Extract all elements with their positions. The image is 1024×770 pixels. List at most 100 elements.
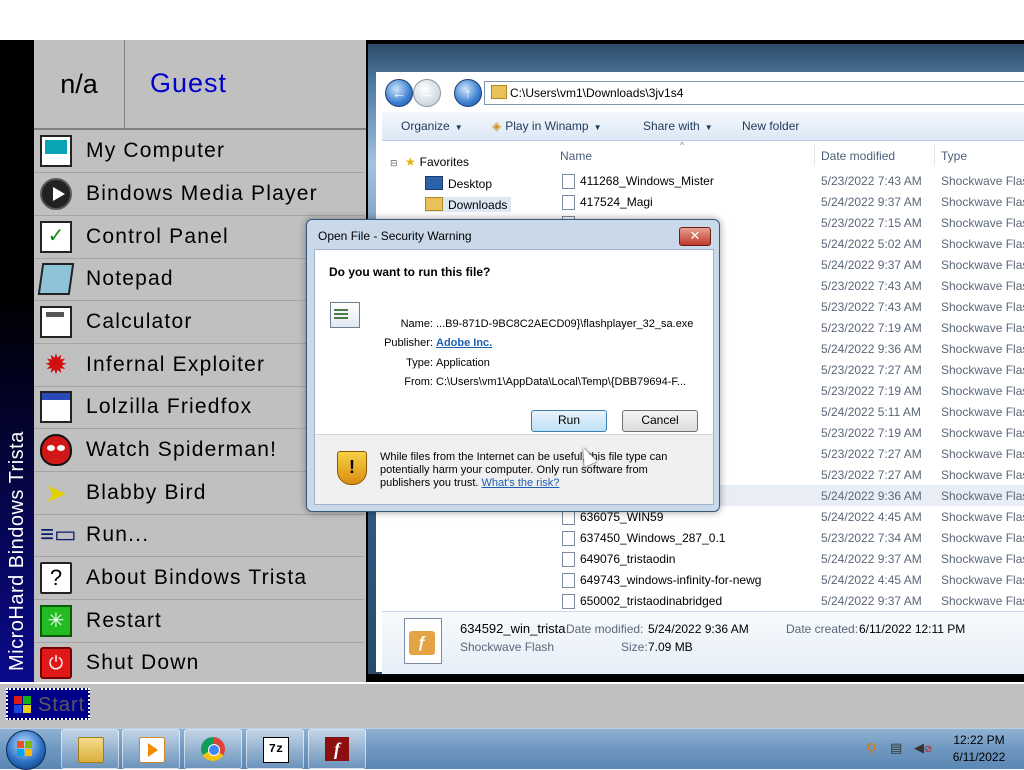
row-date-modified: 5/24/2022 9:37 AM <box>821 258 922 272</box>
whats-the-risk-link[interactable]: What's the risk? <box>482 477 560 489</box>
table-row[interactable]: 411268_Windows_Mister 5/23/2022 7:43 AM Sh… <box>542 170 1024 191</box>
up-button[interactable]: ↑ <box>454 79 482 107</box>
menu-item-label: Shut Down <box>86 651 200 674</box>
type-label: Type: <box>406 357 433 369</box>
user-picture-placeholder: n/a <box>34 40 125 128</box>
row-type: Shockwave Flas <box>941 447 1024 461</box>
taskbar-media-player-button[interactable] <box>122 729 180 769</box>
run-button[interactable]: Run <box>531 410 607 432</box>
forward-button[interactable]: → <box>413 79 441 107</box>
taskbar-flash-button[interactable]: f <box>308 729 366 769</box>
folder-icon <box>78 737 104 763</box>
row-name: 411268_Windows_Mister <box>580 174 714 188</box>
nav-downloads[interactable]: Downloads <box>425 197 512 212</box>
taskbar-7zip-button[interactable]: 7z <box>246 729 304 769</box>
organize-menu[interactable]: Organize ▼ <box>401 119 463 133</box>
cancel-button[interactable]: Cancel <box>622 410 698 432</box>
flash-start-button[interactable]: Start <box>6 688 90 720</box>
flash-file-icon <box>562 552 575 567</box>
row-type: Shockwave Flas <box>941 510 1024 524</box>
flash-file-icon <box>562 174 575 189</box>
row-name: 649076_tristaodin <box>580 552 676 566</box>
power-icon: ⏻ <box>40 647 72 679</box>
row-date-modified: 5/24/2022 9:36 AM <box>821 342 922 356</box>
chevron-down-icon: ▼ <box>593 123 602 132</box>
row-date-modified: 5/24/2022 4:45 AM <box>821 573 922 587</box>
menu-item-label: Notepad <box>86 267 174 290</box>
spiderman-icon <box>40 434 72 466</box>
dialog-question: Do you want to run this file? <box>329 265 491 279</box>
back-button[interactable]: ← <box>385 79 413 107</box>
warning-text: While files from the Internet can be use… <box>380 451 668 489</box>
column-header-name[interactable]: Name <box>560 149 592 163</box>
clock-time[interactable]: 12:22 PM <box>940 733 1018 747</box>
menu-item-restart[interactable]: ✳ Restart <box>34 600 364 643</box>
windows-start-button[interactable] <box>6 730 46 770</box>
row-type: Shockwave Flas <box>941 531 1024 545</box>
run-icon: ≡▭ <box>40 521 77 548</box>
table-row[interactable]: 417524_Magi 5/24/2022 9:37 AM Shockwave Fl… <box>542 191 1024 212</box>
address-text: C:\Users\vm1\Downloads\3jv1s4 <box>510 86 684 100</box>
folder-icon <box>491 85 507 99</box>
network-icon[interactable]: ▤ <box>890 740 906 756</box>
detail-filename: 634592_win_trista <box>460 621 566 636</box>
menu-item-label: About Bindows Trista <box>86 566 308 589</box>
security-shield-icon: ! <box>337 451 367 485</box>
nav-favorites[interactable]: ⊟ ★ Favorites <box>390 155 469 169</box>
row-date-modified: 5/24/2022 5:11 AM <box>821 405 921 419</box>
detail-modified-label: Date modified: <box>566 622 644 636</box>
play-in-winamp-button[interactable]: ◈ Play in Winamp ▼ <box>492 119 602 133</box>
row-type: Shockwave Flas <box>941 195 1024 209</box>
bird-icon: ➤ <box>45 478 67 508</box>
table-row[interactable]: 637450_Windows_287_0.1 5/23/2022 7:34 AM S… <box>542 527 1024 548</box>
recent-pages-chevron-icon[interactable]: ▼ <box>441 86 449 95</box>
share-with-menu[interactable]: Share with ▼ <box>643 119 713 133</box>
menu-item-label: Run... <box>86 523 150 546</box>
taskbar-chrome-button[interactable] <box>184 729 242 769</box>
row-type: Shockwave Flas <box>941 342 1024 356</box>
media-player-icon <box>40 178 72 210</box>
publisher-link[interactable]: Adobe Inc. <box>436 337 492 349</box>
details-pane: ƒ 634592_win_trista Shockwave Flash Date… <box>382 611 1024 674</box>
collapse-icon: ⊟ <box>390 158 398 168</box>
column-header-type[interactable]: Type <box>941 149 967 163</box>
search-icon[interactable]: ⚲ <box>866 740 882 758</box>
taskbar-explorer-button[interactable] <box>61 729 119 769</box>
windows-logo-icon <box>17 741 33 757</box>
clock-date[interactable]: 6/11/2022 <box>940 750 1018 764</box>
calculator-icon <box>40 306 72 338</box>
row-name: 650002_tristaodinabridged <box>580 594 723 608</box>
menu-item-label: Calculator <box>86 310 193 333</box>
row-date-modified: 5/23/2022 7:27 AM <box>821 468 922 482</box>
column-divider[interactable] <box>934 145 935 165</box>
chevron-down-icon: ▼ <box>454 123 463 132</box>
table-row[interactable]: 649743_windows-infinity-for-newg 5/24/202… <box>542 569 1024 590</box>
detail-modified-value: 5/24/2022 9:36 AM <box>648 622 749 636</box>
table-row[interactable]: 650002_tristaodinabridged 5/24/2022 9:37 … <box>542 590 1024 611</box>
row-date-modified: 5/23/2022 7:19 AM <box>821 384 922 398</box>
address-bar[interactable]: C:\Users\vm1\Downloads\3jv1s4 <box>484 81 1024 105</box>
menu-item-my-computer[interactable]: My Computer <box>34 130 364 173</box>
detail-created-label: Date created: <box>786 622 859 636</box>
nav-desktop[interactable]: Desktop <box>425 176 492 191</box>
help-icon: ? <box>40 562 72 594</box>
row-name: 637450_Windows_287_0.1 <box>580 531 726 545</box>
row-name: 417524_Magi <box>580 195 653 209</box>
row-date-modified: 5/23/2022 7:27 AM <box>821 363 922 377</box>
menu-item-run[interactable]: ≡▭ Run... <box>34 514 364 557</box>
user-name: Guest <box>150 68 228 98</box>
chrome-icon <box>201 737 225 761</box>
column-divider[interactable] <box>814 145 815 165</box>
from-value: C:\Users\vm1\AppData\Local\Temp\{DBB7969… <box>436 376 687 388</box>
menu-item-media-player[interactable]: Bindows Media Player <box>34 173 364 216</box>
menu-item-shut-down[interactable]: ⏻ Shut Down <box>34 642 364 684</box>
row-date-modified: 5/24/2022 9:36 AM <box>821 489 922 503</box>
table-row[interactable]: 649076_tristaodin 5/24/2022 9:37 AM Shockw… <box>542 548 1024 569</box>
menu-item-about[interactable]: ? About Bindows Trista <box>34 557 364 600</box>
dialog-title: Open File - Security Warning <box>318 229 472 243</box>
close-button[interactable]: ✕ <box>679 227 711 246</box>
row-type: Shockwave Flas <box>941 300 1024 314</box>
volume-muted-icon[interactable]: ◀⊘ <box>914 740 932 756</box>
new-folder-button[interactable]: New folder <box>742 119 799 133</box>
column-header-date[interactable]: Date modified <box>821 149 895 163</box>
